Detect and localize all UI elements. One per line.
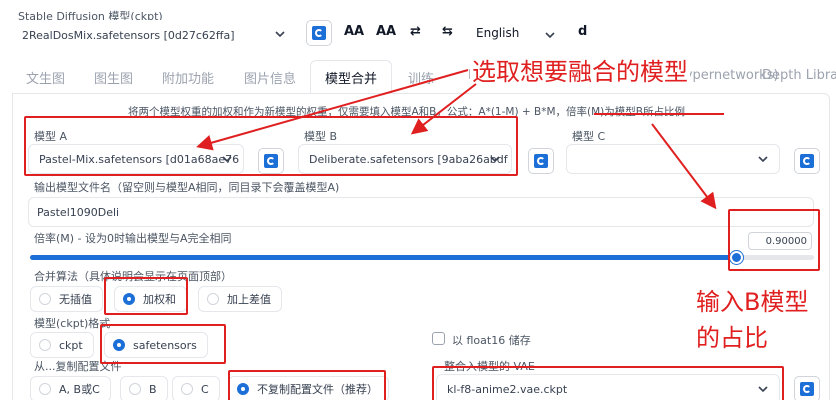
refresh-model-c-button[interactable] (794, 148, 820, 174)
float16-label: 以 float16 储存 (452, 334, 531, 347)
refresh-icon (800, 382, 814, 396)
multiplier-slider-fill (30, 255, 736, 260)
chevron-down-icon (545, 32, 555, 39)
annotation-select-models: 选取想要融合的模型 (470, 52, 690, 87)
annotation-b-ratio-line1: 输入B模型 (696, 288, 809, 316)
chevron-down-icon (758, 156, 768, 163)
swap-button[interactable]: ⇄ (410, 24, 421, 39)
tab-depth-library[interactable]: Depth Library (762, 68, 836, 83)
tab-checkpoint-merger[interactable]: 模型合并 (310, 60, 392, 94)
radio-circle-icon (39, 339, 51, 351)
radio-circle-icon (39, 293, 51, 305)
annotation-box-vae (432, 366, 784, 400)
annotation-box-weighted-sum (104, 277, 188, 315)
refresh-icon (800, 154, 814, 168)
radio-format-ckpt[interactable]: ckpt (30, 332, 94, 358)
output-name-value: Pastel1090Deli (37, 205, 120, 219)
aa-button-1[interactable]: AA (344, 24, 364, 39)
model-c-select[interactable] (566, 144, 780, 174)
annotation-box-models (24, 116, 518, 176)
model-c-label: 模型 C (572, 130, 606, 143)
swap-button-2[interactable]: ⇆ (442, 24, 453, 39)
aa-button-2[interactable]: AA (376, 24, 396, 39)
radio-config-c[interactable]: C (172, 376, 220, 400)
chevron-down-icon (275, 31, 285, 38)
radio-circle-icon (207, 293, 219, 305)
checkpoint-value: 2RealDosMix.safetensors [0d27c62ffa] (22, 28, 235, 42)
radio-config-b[interactable]: B (120, 376, 168, 400)
radio-label: ckpt (59, 338, 83, 352)
radio-label: B (149, 382, 157, 396)
refresh-icon (534, 154, 548, 168)
float16-checkbox[interactable] (432, 332, 445, 345)
output-name-input[interactable]: Pastel1090Deli (28, 197, 814, 227)
radio-label: A, B或C (59, 383, 100, 396)
tab-img2img[interactable]: 图生图 (94, 68, 133, 87)
tab-checkpoint-merger-label: 模型合并 (324, 72, 377, 87)
radio-circle-icon (39, 383, 51, 395)
annotation-b-ratio-line2: 的占比 (696, 324, 768, 352)
annotation-box-multiplier (728, 209, 820, 271)
radio-add-difference[interactable]: 加上差值 (198, 286, 282, 312)
radio-config-abc[interactable]: A, B或C (30, 376, 111, 400)
annotation-box-safetensors (100, 324, 226, 364)
multiplier-slider-track[interactable] (30, 251, 814, 264)
format-label: 模型(ckpt)格式 (34, 317, 111, 330)
radio-label: 无插值 (59, 293, 92, 306)
multiplier-label: 倍率(M) - 设为0时输出模型与A完全相同 (34, 232, 232, 245)
annotation-box-config (228, 370, 386, 400)
user-input[interactable]: d (578, 24, 587, 39)
tab-txt2img[interactable]: 文生图 (26, 68, 65, 87)
refresh-icon (312, 26, 326, 40)
tab-train[interactable]: 训练 (408, 68, 434, 87)
refresh-model-b-button[interactable] (528, 148, 554, 174)
refresh-checkpoint-button[interactable] (306, 20, 332, 46)
radio-no-interp[interactable]: 无插值 (30, 286, 103, 312)
tab-png-info[interactable]: 图片信息 (244, 68, 296, 87)
tab-extras[interactable]: 附加功能 (162, 68, 214, 87)
radio-label: 加上差值 (227, 293, 271, 306)
radio-label: C (201, 382, 209, 396)
checkpoint-select[interactable]: 2RealDosMix.safetensors [0d27c62ffa] (12, 20, 296, 50)
radio-circle-icon (129, 383, 141, 395)
radio-circle-icon (181, 383, 193, 395)
refresh-vae-button[interactable] (794, 376, 820, 400)
language-select[interactable]: English (476, 26, 519, 40)
output-name-label: 输出模型文件名（留空则与模型A相同，同目录下会覆盖模型A) (34, 181, 340, 194)
